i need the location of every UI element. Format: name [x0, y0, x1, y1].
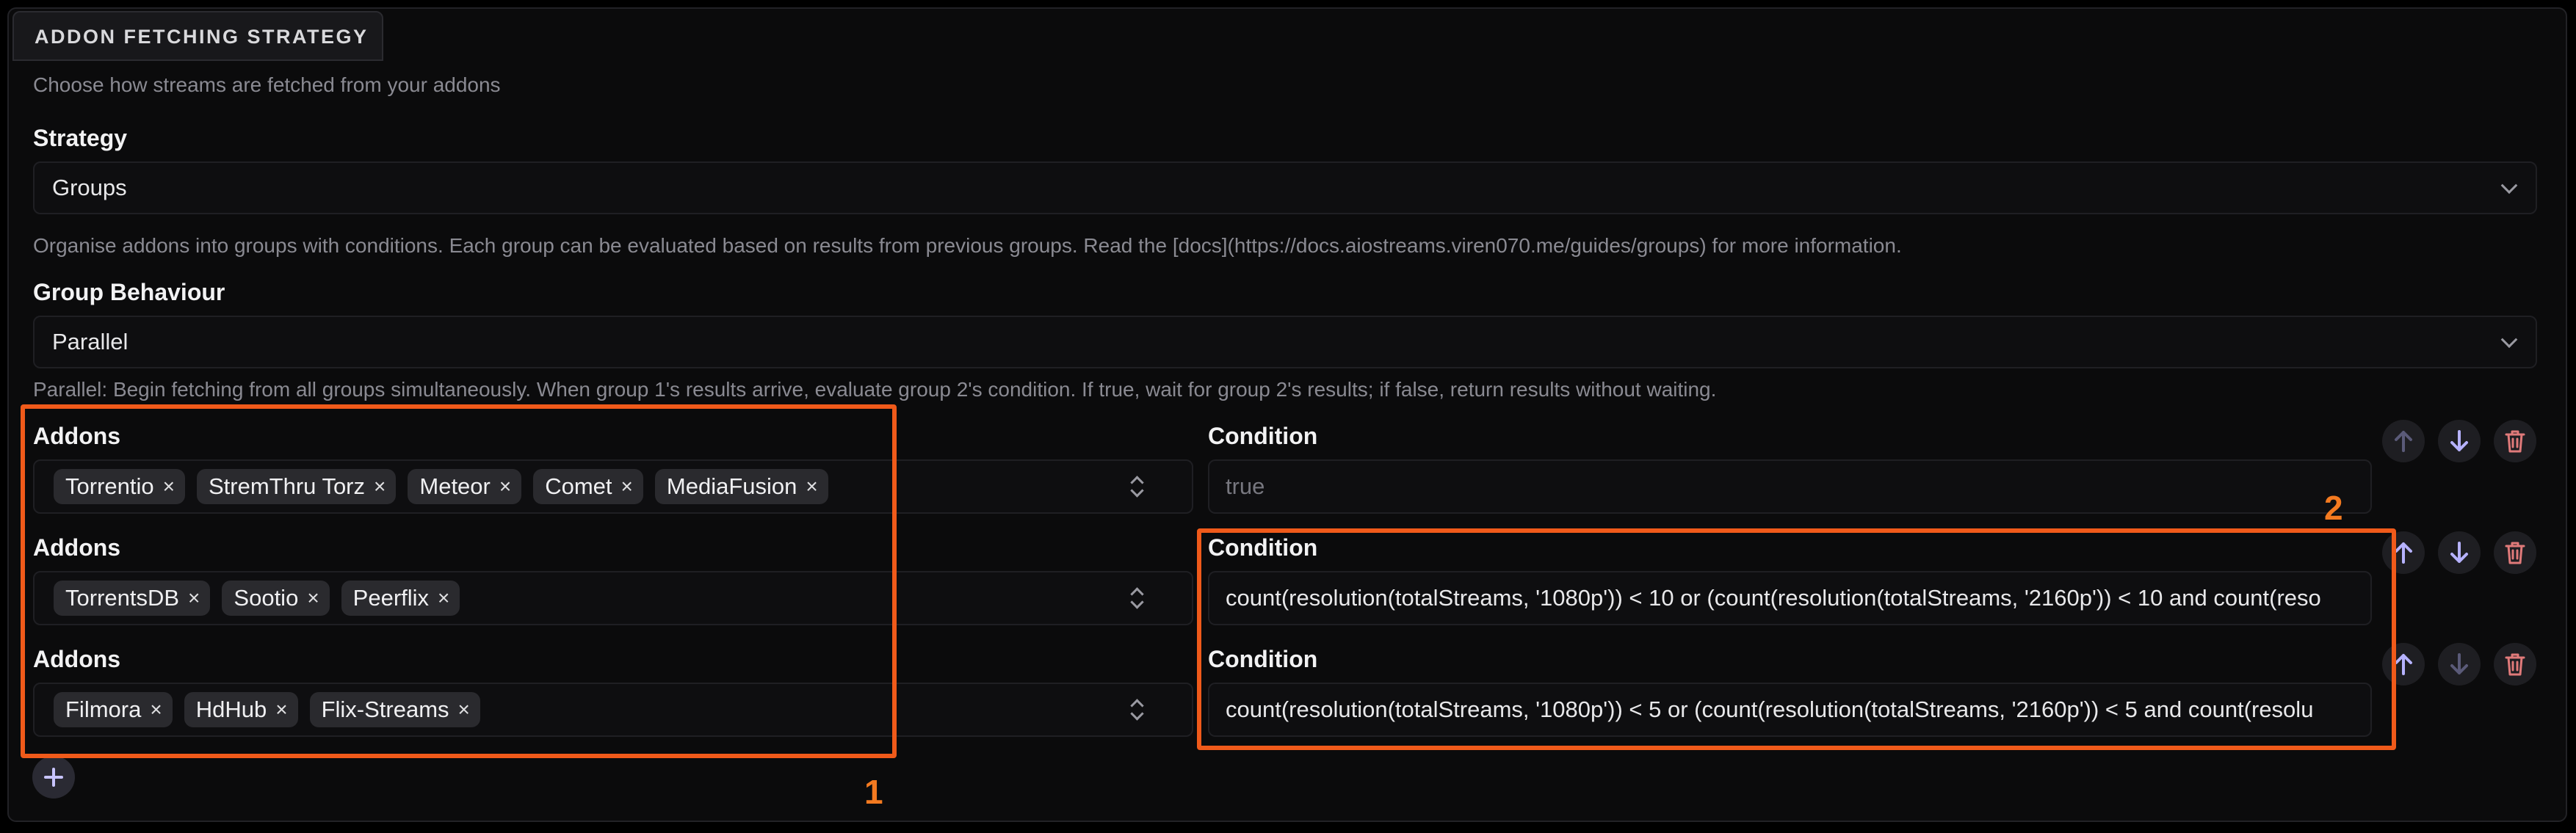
trash-icon [2505, 653, 2525, 676]
strategy-select[interactable]: Groups [33, 161, 2537, 214]
group-1-condition-input[interactable]: true [1208, 459, 2372, 514]
chevron-up-down-icon [1129, 473, 1145, 500]
group-1-condition-label: Condition [1208, 423, 1318, 449]
annotation-label-2: 2 [2324, 489, 2343, 527]
chevron-down-icon [2500, 177, 2518, 194]
arrow-down-icon [2450, 542, 2468, 563]
section-description: Choose how streams are fetched from your… [33, 73, 501, 96]
arrow-down-icon [2450, 653, 2468, 674]
annotation-box-1 [21, 404, 897, 758]
annotation-box-2 [1197, 528, 2396, 750]
group-behaviour-help: Parallel: Begin fetching from all groups… [33, 378, 1717, 401]
annotation-label-1: 1 [864, 773, 883, 811]
move-down-button[interactable] [2438, 420, 2481, 462]
add-group-button[interactable] [32, 756, 75, 799]
group-behaviour-value: Parallel [52, 329, 129, 354]
group-behaviour-label: Group Behaviour [33, 279, 225, 305]
move-down-button[interactable] [2438, 531, 2481, 574]
chevron-up-down-icon [1129, 696, 1145, 723]
strategy-value: Groups [52, 175, 127, 200]
delete-group-button[interactable] [2494, 420, 2536, 462]
arrow-up-icon [2395, 431, 2412, 452]
trash-icon [2505, 430, 2525, 453]
condition-placeholder: true [1226, 473, 1265, 499]
plus-icon [44, 768, 63, 787]
chevron-down-icon [2500, 331, 2518, 349]
move-down-button[interactable] [2438, 643, 2481, 685]
delete-group-button[interactable] [2494, 531, 2536, 574]
move-up-button[interactable] [2382, 420, 2425, 462]
arrow-down-icon [2450, 430, 2468, 451]
strategy-label: Strategy [33, 125, 128, 151]
delete-group-button[interactable] [2494, 643, 2536, 685]
chevron-up-down-icon [1129, 585, 1145, 611]
strategy-help: Organise addons into groups with conditi… [33, 234, 1902, 257]
section-title: ADDON FETCHING STRATEGY [12, 11, 383, 61]
trash-icon [2505, 542, 2525, 564]
group-behaviour-select[interactable]: Parallel [33, 316, 2537, 368]
